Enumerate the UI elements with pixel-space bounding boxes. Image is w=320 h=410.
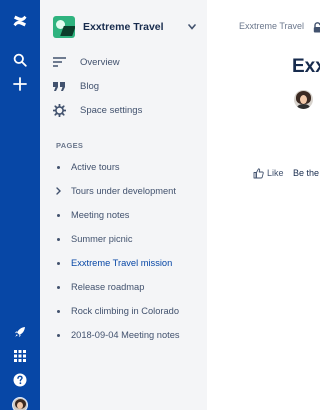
- rocket-icon[interactable]: [7, 319, 33, 345]
- lock-icon[interactable]: [313, 20, 320, 33]
- user-avatar[interactable]: [12, 397, 28, 410]
- thumbs-up-icon: [253, 167, 264, 179]
- bullet-icon: [56, 309, 66, 313]
- chevron-right-icon[interactable]: [56, 187, 66, 195]
- breadcrumb-space-link[interactable]: Exxtreme Travel: [239, 21, 304, 31]
- page-tree-item-label: Rock climbing in Colorado: [71, 306, 179, 316]
- page-tree-item-label: Exxtreme Travel mission: [71, 258, 173, 268]
- page-title: Exxt: [292, 56, 320, 77]
- pages-heading: PAGES: [56, 141, 84, 150]
- space-avatar: [53, 16, 75, 38]
- sidebar-item-label: Space settings: [80, 104, 143, 116]
- page-tree-item-active[interactable]: Exxtreme Travel mission: [56, 254, 206, 272]
- page-tree-item-label: Meeting notes: [71, 210, 130, 220]
- confluence-logo-icon[interactable]: [7, 8, 33, 34]
- bullet-icon: [56, 285, 66, 289]
- bullet-icon: [56, 213, 66, 217]
- sidebar-item-label: Blog: [80, 80, 100, 92]
- sidebar-item-blog[interactable]: Blog: [53, 75, 198, 97]
- page-tree-item-label: Active tours: [71, 162, 120, 172]
- like-button[interactable]: Like: [253, 166, 284, 180]
- page-tree-item[interactable]: Summer picnic: [56, 230, 206, 248]
- page-tree-item[interactable]: Tours under development: [56, 182, 206, 200]
- space-header[interactable]: Exxtreme Travel: [53, 14, 198, 40]
- help-icon[interactable]: [7, 367, 33, 393]
- search-icon[interactable]: [7, 47, 33, 73]
- bullet-icon: [56, 333, 66, 337]
- like-status-text: Be the: [293, 168, 320, 178]
- overview-lines-icon: [53, 55, 71, 69]
- global-nav-rail: [0, 0, 40, 410]
- space-sidebar: Exxtreme Travel Overview Blog Space sett…: [40, 0, 207, 410]
- sidebar-item-overview[interactable]: Overview: [53, 51, 198, 73]
- bullet-icon: [56, 165, 66, 169]
- page-tree-item[interactable]: 2018-09-04 Meeting notes: [56, 326, 206, 344]
- page-tree-item-label: Summer picnic: [71, 234, 133, 244]
- gear-icon: [53, 103, 71, 117]
- like-label: Like: [267, 168, 284, 178]
- sidebar-item-space-settings[interactable]: Space settings: [53, 99, 198, 121]
- page-tree-item-label: Tours under development: [71, 186, 176, 196]
- page-tree-item[interactable]: Release roadmap: [56, 278, 206, 296]
- create-plus-icon[interactable]: [7, 71, 33, 97]
- page-tree-item[interactable]: Meeting notes: [56, 206, 206, 224]
- page-tree-item-label: Release roadmap: [71, 282, 145, 292]
- chevron-down-icon[interactable]: [186, 21, 198, 33]
- app-switcher-icon[interactable]: [7, 343, 33, 369]
- page-tree-item[interactable]: Active tours: [56, 158, 206, 176]
- quote-icon: [53, 79, 71, 93]
- bullet-icon: [56, 237, 66, 241]
- author-avatar[interactable]: [294, 90, 313, 109]
- sidebar-item-label: Overview: [80, 56, 120, 68]
- page-tree-item-label: 2018-09-04 Meeting notes: [71, 330, 180, 340]
- bullet-icon: [56, 261, 66, 265]
- space-name: Exxtreme Travel: [83, 21, 164, 33]
- page-tree-item[interactable]: Rock climbing in Colorado: [56, 302, 206, 320]
